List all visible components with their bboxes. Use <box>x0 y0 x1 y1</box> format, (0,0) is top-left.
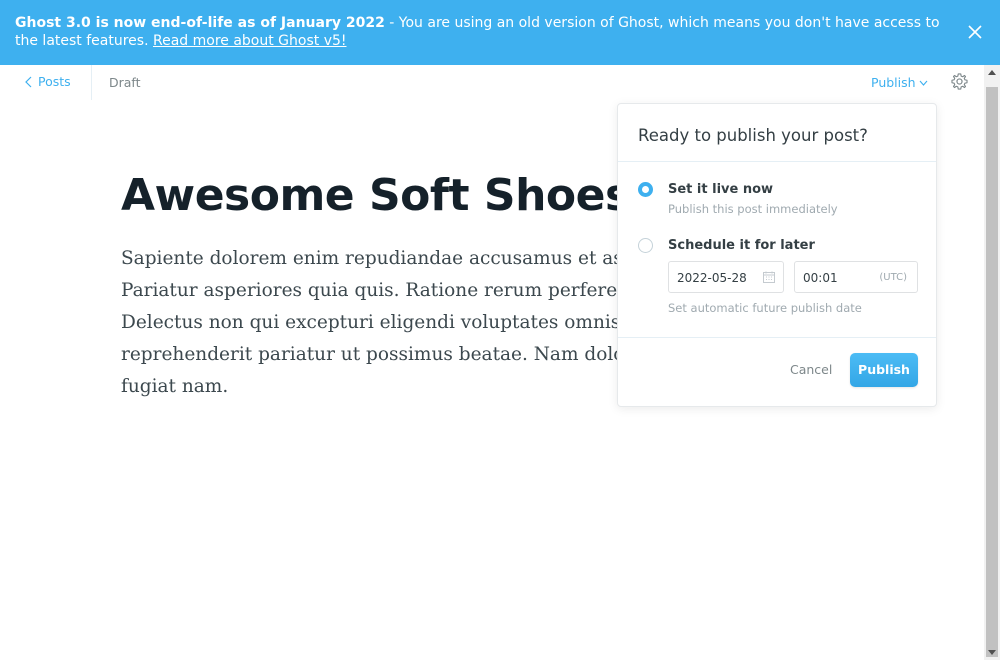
chevron-down-icon <box>919 80 927 86</box>
divider <box>618 161 936 162</box>
post-status: Draft <box>109 75 141 90</box>
body-line: Pariatur asperiores quia quis. Ratione r… <box>121 280 681 301</box>
scroll-thumb[interactable] <box>986 87 998 657</box>
banner-bold-text: Ghost 3.0 is now end-of-life as of Janua… <box>15 15 385 31</box>
schedule-radio[interactable] <box>638 238 653 253</box>
publish-menu-heading: Ready to publish your post? <box>638 126 868 145</box>
header-divider <box>91 65 92 100</box>
gear-icon[interactable] <box>950 72 969 91</box>
cancel-button[interactable]: Cancel <box>790 362 832 377</box>
publish-now-title[interactable]: Set it live now <box>668 182 773 197</box>
body-line: Delectus non qui excepturi eligendi volu… <box>121 312 681 333</box>
body-line: fugiat nam. <box>121 376 229 397</box>
post-title[interactable]: Awesome Soft Shoes <box>121 170 631 221</box>
post-body[interactable]: Sapiente dolorem enim repudiandae accusa… <box>121 243 681 403</box>
chevron-left-icon <box>25 76 32 87</box>
date-value: 2022-05-28 <box>677 271 747 285</box>
banner-read-more-link[interactable]: Read more about Ghost v5! <box>153 33 347 49</box>
scroll-down-arrow-icon[interactable] <box>988 650 996 655</box>
back-link-label: Posts <box>38 74 71 89</box>
divider <box>618 337 936 338</box>
publish-trigger-label: Publish <box>871 75 916 90</box>
schedule-date-input[interactable]: 2022-05-28 <box>668 261 784 293</box>
editor-header: Posts Draft Publish <box>0 65 984 100</box>
body-line: reprehenderit pariatur ut possimus beata… <box>121 344 681 365</box>
schedule-description: Set automatic future publish date <box>668 301 862 315</box>
upgrade-banner: Ghost 3.0 is now end-of-life as of Janua… <box>0 0 1000 65</box>
publish-now-radio[interactable] <box>638 182 653 197</box>
time-value: 00:01 <box>803 271 838 285</box>
timezone-label: (UTC) <box>879 272 907 283</box>
publish-menu-dropdown: Ready to publish your post? Set it live … <box>617 103 937 407</box>
publish-menu-trigger[interactable]: Publish <box>871 75 928 90</box>
body-line: Sapiente dolorem enim repudiandae accusa… <box>121 248 681 269</box>
calendar-icon[interactable] <box>763 271 775 283</box>
publish-now-description: Publish this post immediately <box>668 202 838 216</box>
schedule-title[interactable]: Schedule it for later <box>668 238 815 253</box>
schedule-time-input[interactable]: 00:01 (UTC) <box>794 261 918 293</box>
back-to-posts-link[interactable]: Posts <box>25 74 71 89</box>
scroll-up-arrow-icon[interactable] <box>988 70 996 75</box>
close-icon[interactable] <box>968 25 982 39</box>
publish-button[interactable]: Publish <box>850 353 918 387</box>
scrollbar[interactable] <box>984 65 1000 660</box>
